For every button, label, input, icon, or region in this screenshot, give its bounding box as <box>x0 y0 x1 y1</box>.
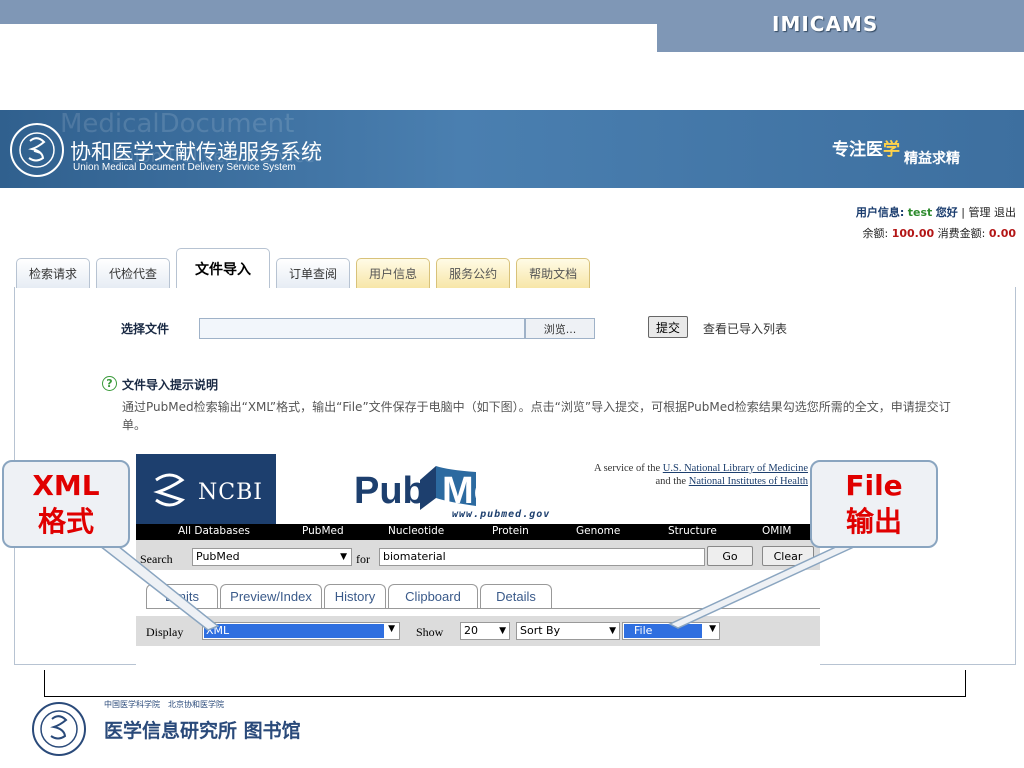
file-callout-line2: 输出 <box>845 505 902 538</box>
xml-callout: XML 格式 <box>2 460 130 548</box>
bottom-bracket <box>44 670 966 697</box>
institute-logo-icon <box>32 702 86 756</box>
slide: IMICAMS MedicalDocument Union Delivery S… <box>0 0 1024 768</box>
xml-callout-line1: XML <box>32 469 100 502</box>
xml-callout-line2: 格式 <box>37 505 94 538</box>
callout-pointers <box>97 545 857 631</box>
file-callout-line1: File <box>845 469 903 502</box>
file-callout-pointer <box>668 545 857 629</box>
footer-library-name: 医学信息研究所 图书馆 <box>104 720 301 742</box>
file-callout: File 输出 <box>810 460 938 548</box>
footer-institutions: 中国医学科学院 北京协和医学院 <box>104 700 224 709</box>
xml-callout-pointer <box>97 545 220 631</box>
